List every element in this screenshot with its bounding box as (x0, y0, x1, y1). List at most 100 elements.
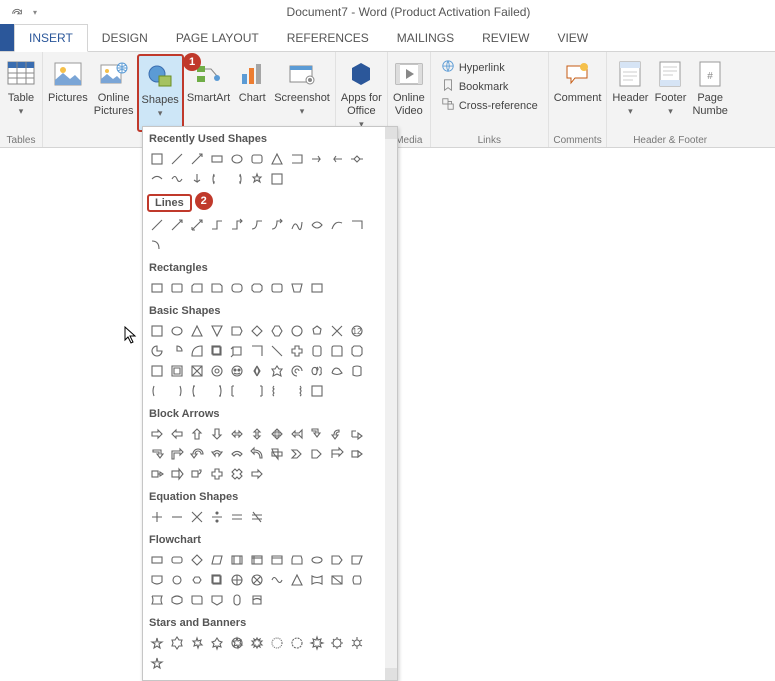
shape-item[interactable] (247, 444, 267, 464)
shape-item[interactable] (347, 424, 367, 444)
shape-item[interactable] (307, 570, 327, 590)
shape-item[interactable] (227, 633, 247, 653)
shape-item[interactable] (227, 215, 247, 235)
table-button[interactable]: Table ▾ (2, 54, 40, 132)
shape-item[interactable] (147, 633, 167, 653)
shape-item[interactable] (227, 590, 247, 610)
shape-item[interactable] (287, 341, 307, 361)
shape-item[interactable] (227, 424, 247, 444)
shape-item[interactable] (147, 653, 167, 673)
chart-button[interactable]: Chart (233, 54, 271, 132)
shape-item[interactable] (147, 424, 167, 444)
shape-item[interactable] (247, 278, 267, 298)
shape-item[interactable] (347, 215, 367, 235)
shape-item[interactable] (147, 215, 167, 235)
shape-item[interactable] (287, 361, 307, 381)
shape-item[interactable] (147, 149, 167, 169)
shape-item[interactable] (167, 149, 187, 169)
shape-item[interactable] (247, 424, 267, 444)
comment-button[interactable]: Comment (551, 54, 605, 132)
shape-item[interactable] (207, 278, 227, 298)
shape-item[interactable] (287, 570, 307, 590)
shape-item[interactable] (187, 361, 207, 381)
screenshot-button[interactable]: Screenshot ▾ (271, 54, 333, 132)
qat-dropdown-icon[interactable]: ▾ (28, 5, 42, 19)
shape-item[interactable] (287, 550, 307, 570)
shape-item[interactable] (147, 278, 167, 298)
shape-item[interactable] (187, 278, 207, 298)
shape-item[interactable] (267, 570, 287, 590)
file-tab-edge[interactable] (0, 24, 14, 51)
shape-item[interactable] (147, 341, 167, 361)
shape-item[interactable] (167, 590, 187, 610)
shape-item[interactable] (247, 341, 267, 361)
shape-item[interactable] (247, 169, 267, 189)
shape-item[interactable] (347, 633, 367, 653)
tab-mailings[interactable]: MAILINGS (383, 24, 468, 51)
shape-item[interactable] (307, 341, 327, 361)
shape-item[interactable] (207, 550, 227, 570)
tab-references[interactable]: REFERENCES (273, 24, 383, 51)
shape-item[interactable] (267, 278, 287, 298)
tab-review[interactable]: REVIEW (468, 24, 543, 51)
shape-item[interactable] (327, 550, 347, 570)
shape-item[interactable] (267, 321, 287, 341)
shape-item[interactable] (247, 507, 267, 527)
shape-item[interactable] (207, 149, 227, 169)
footer-button[interactable]: Footer ▾ (651, 54, 689, 132)
shape-item[interactable] (347, 570, 367, 590)
shape-item[interactable] (307, 215, 327, 235)
shape-item[interactable] (207, 633, 227, 653)
shape-item[interactable] (187, 424, 207, 444)
shape-item[interactable] (207, 381, 227, 401)
shape-item[interactable] (327, 149, 347, 169)
shape-item[interactable] (147, 550, 167, 570)
shape-item[interactable] (267, 169, 287, 189)
shape-item[interactable] (307, 444, 327, 464)
shape-item[interactable] (327, 633, 347, 653)
shape-item[interactable] (187, 550, 207, 570)
shape-item[interactable] (187, 590, 207, 610)
shape-item[interactable] (167, 278, 187, 298)
shape-item[interactable] (167, 570, 187, 590)
shape-item[interactable] (247, 550, 267, 570)
shape-item[interactable] (167, 169, 187, 189)
shape-item[interactable] (347, 444, 367, 464)
shape-item[interactable] (227, 550, 247, 570)
shapes-button[interactable]: Shapes ▾ (137, 54, 184, 132)
shape-item[interactable] (147, 321, 167, 341)
shape-item[interactable] (287, 149, 307, 169)
shape-item[interactable] (307, 321, 327, 341)
shape-item[interactable] (327, 215, 347, 235)
shape-item[interactable] (167, 507, 187, 527)
page-number-button[interactable]: # Page Numbe (689, 54, 730, 132)
shape-item[interactable] (307, 278, 327, 298)
shape-item[interactable] (147, 381, 167, 401)
shape-item[interactable] (207, 444, 227, 464)
shape-item[interactable] (307, 149, 327, 169)
shape-item[interactable] (187, 169, 207, 189)
shape-item[interactable] (287, 278, 307, 298)
online-video-button[interactable]: Online Video (390, 54, 428, 132)
redo-icon[interactable] (10, 5, 24, 19)
shape-item[interactable] (347, 361, 367, 381)
shape-item[interactable] (207, 570, 227, 590)
shape-item[interactable] (207, 361, 227, 381)
shape-item[interactable] (247, 570, 267, 590)
shape-item[interactable] (207, 424, 227, 444)
online-pictures-button[interactable]: Online Pictures (91, 54, 137, 132)
shape-item[interactable] (267, 381, 287, 401)
shape-item[interactable] (267, 149, 287, 169)
shape-item[interactable] (147, 464, 167, 484)
shape-item[interactable] (347, 341, 367, 361)
pictures-button[interactable]: Pictures (45, 54, 91, 132)
cross-reference-button[interactable]: Cross-reference (437, 96, 542, 115)
shape-item[interactable] (147, 590, 167, 610)
shape-item[interactable] (347, 149, 367, 169)
shape-item[interactable] (187, 381, 207, 401)
apps-for-office-button[interactable]: Apps for Office ▾ (338, 54, 385, 132)
shape-item[interactable] (267, 341, 287, 361)
shape-item[interactable] (327, 321, 347, 341)
shape-item[interactable] (147, 235, 167, 255)
shape-item[interactable] (227, 444, 247, 464)
